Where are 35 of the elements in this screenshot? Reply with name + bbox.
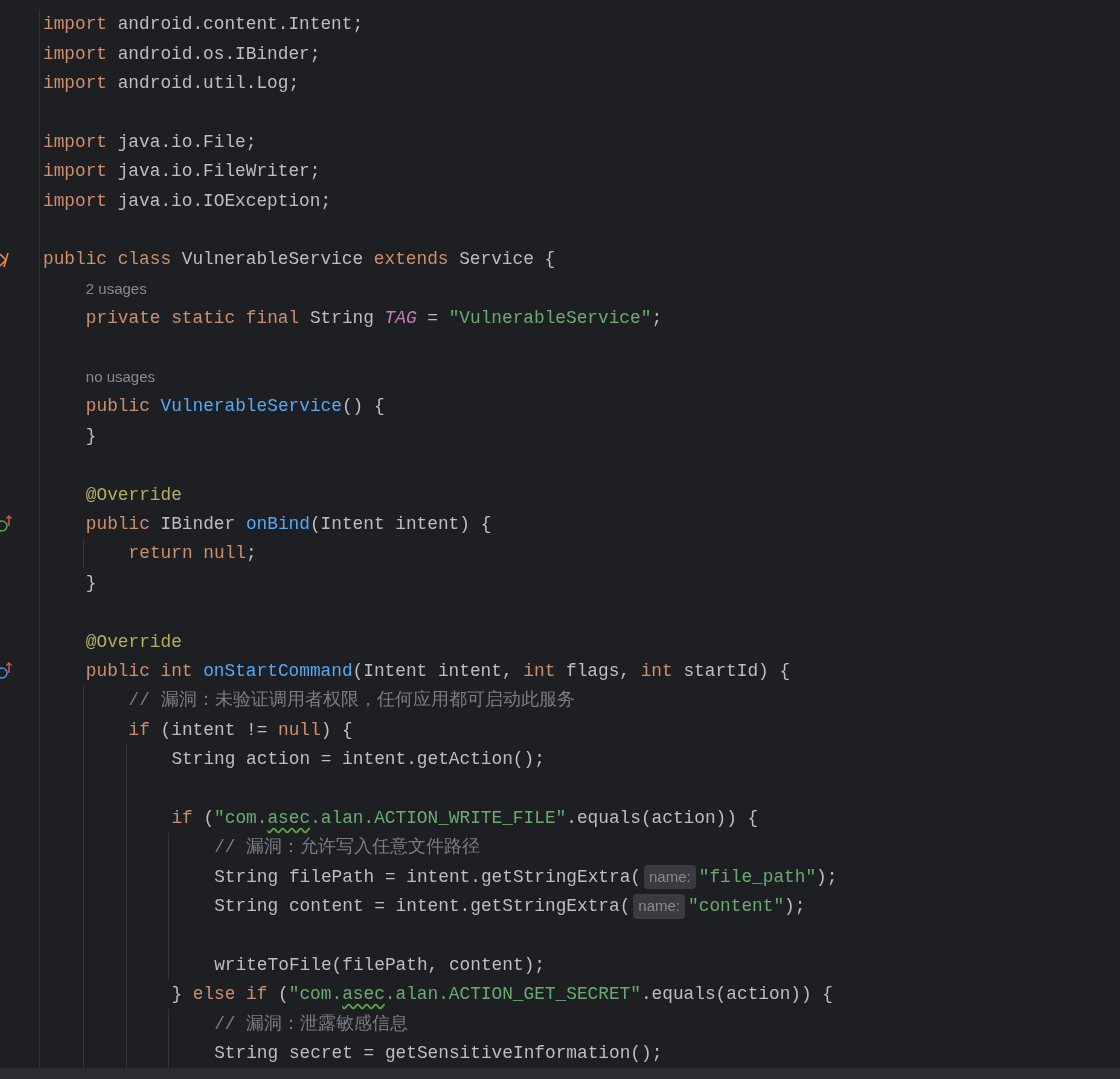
code-text: String filePath = intent.getStringExtra( [214, 865, 641, 889]
code-text: // 漏洞：允许写入任意文件路径 [214, 836, 481, 860]
code-text: } [85, 424, 97, 448]
code-text: import java.io.IOException; [43, 189, 332, 213]
code-text: } else if ("com.asec.alan.ACTION_GET_SECRET".equals(action)) { [171, 983, 833, 1007]
code-text: public VulnerableService() { [85, 395, 385, 419]
code-text: public int onStartCommand(Intent intent, int flags, int startId) { [85, 659, 791, 683]
code-text: String content = intent.getStringExtra( [214, 895, 631, 919]
usages-hint[interactable]: 2 usages [85, 277, 147, 301]
code-text: return null; [128, 542, 257, 566]
implement-marker-icon[interactable] [0, 513, 12, 534]
parameter-hint: name: [633, 894, 686, 919]
code-text: String secret = getSensitiveInformation(); [214, 1042, 663, 1065]
code-text: } [85, 571, 97, 595]
code-text: // 漏洞：泄露敏感信息 [214, 1012, 409, 1036]
code-text: String action = intent.getAction(); [171, 748, 545, 772]
code-text: writeToFile(filePath, content); [214, 953, 545, 977]
code-text: // 漏洞：未验证调用者权限，任何应用都可启动此服务 [128, 689, 575, 713]
override-marker-icon[interactable] [0, 660, 12, 681]
code-text: import android.util.Log; [43, 72, 300, 96]
code-text: "file_path"); [698, 865, 838, 889]
code-text: import android.os.IBinder; [43, 42, 321, 66]
code-text: "content"); [688, 895, 806, 919]
code-text: @Override [85, 483, 182, 507]
usages-hint[interactable]: no usages [85, 366, 156, 389]
code-text: import android.content.Intent; [43, 13, 364, 37]
code-text: private static final String TAG = "VulnerableService"; [85, 307, 663, 331]
code-text: public class VulnerableService extends Service { [43, 248, 556, 272]
code-text: import java.io.File; [43, 130, 257, 154]
code-text: public IBinder onBind(Intent intent) { [85, 513, 492, 536]
code-text: @Override [85, 630, 182, 654]
code-text: import java.io.FileWriter; [43, 160, 321, 184]
code-text: if ("com.asec.alan.ACTION_WRITE_FILE".equals(action)) { [171, 806, 759, 830]
parameter-hint: name: [644, 864, 696, 890]
code-text: if (intent != null) { [128, 718, 353, 742]
